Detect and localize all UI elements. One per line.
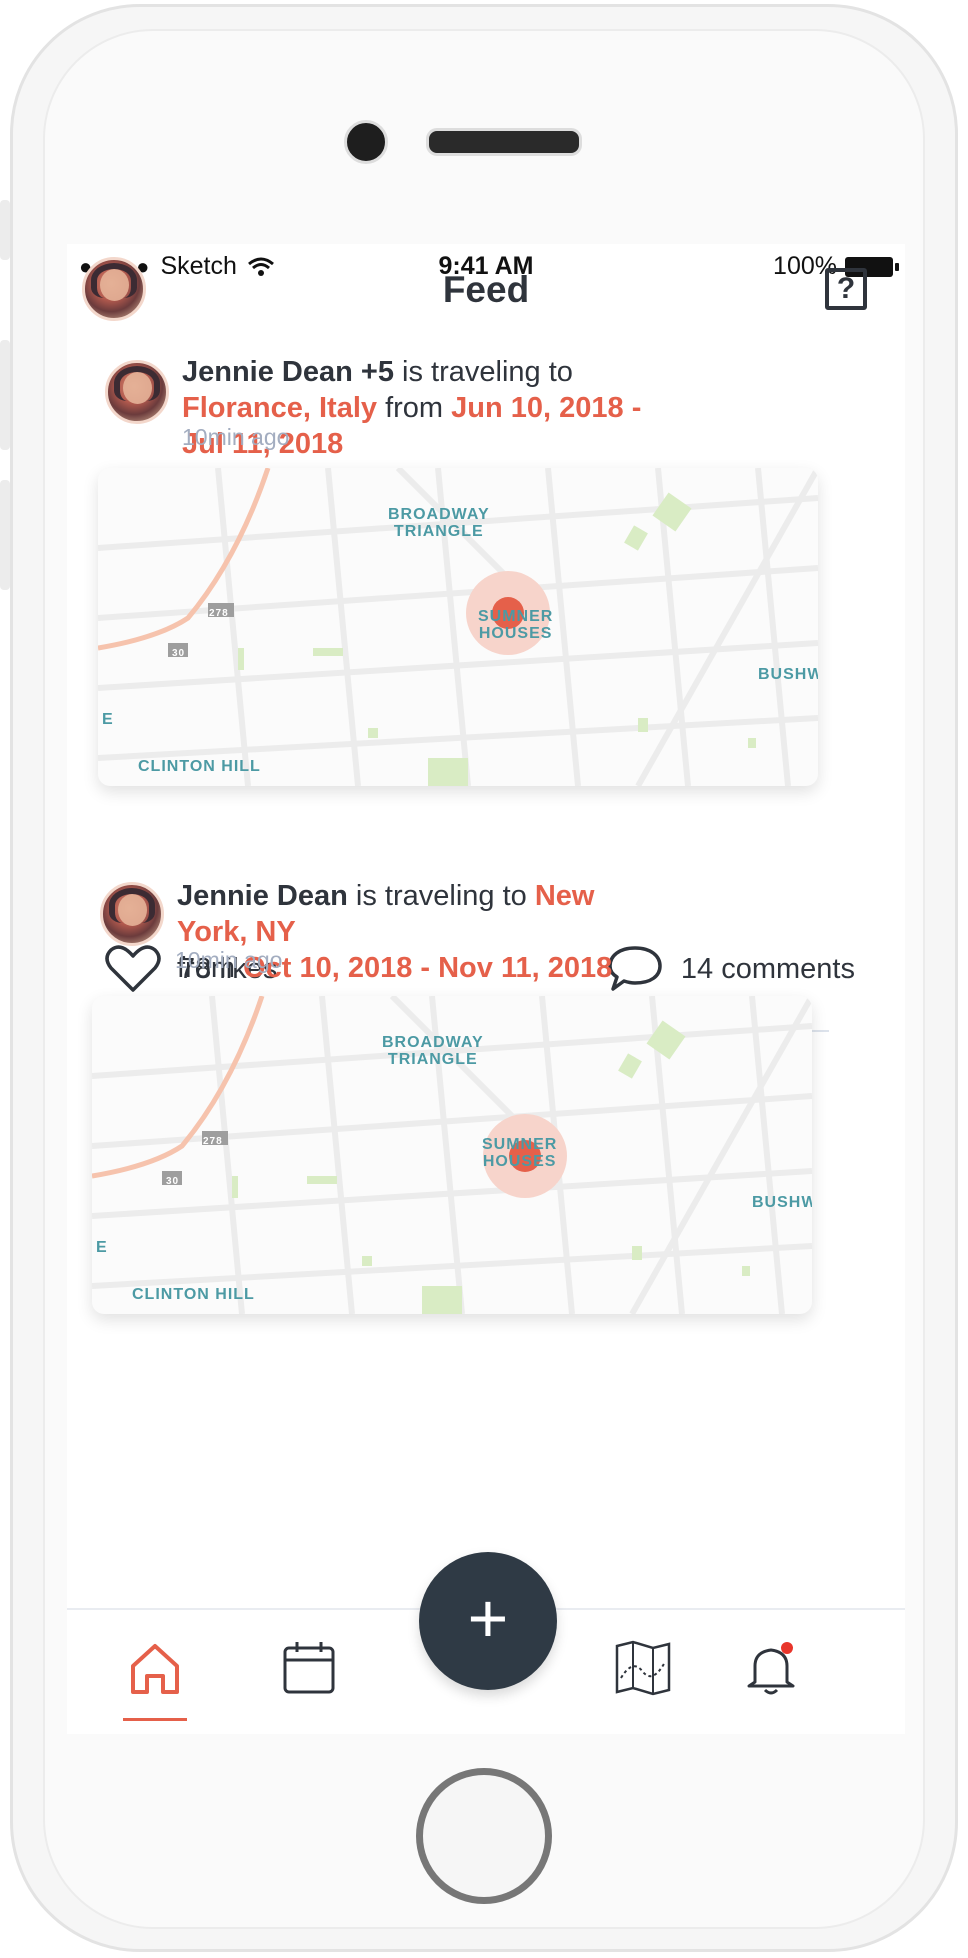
- post-map[interactable]: BROADWAY TRIANGLE SUMNER HOUSES BUSHW CLIN…: [92, 996, 812, 1314]
- map-label: E: [96, 1239, 108, 1256]
- comments-count: 14 comments: [680, 952, 855, 985]
- post-dates: Oct 10, 2018 - Nov 11, 2018: [243, 952, 613, 984]
- map-label: BUSHW: [752, 1194, 812, 1211]
- calendar-icon: [283, 1642, 335, 1694]
- add-trip-button[interactable]: +: [419, 1552, 557, 1690]
- bell-icon: [747, 1642, 795, 1695]
- post-time-ago: 10min ago: [182, 424, 290, 450]
- post-from: from: [377, 392, 452, 424]
- map-label: CLINTON HILL: [132, 1286, 255, 1303]
- tab-calendar[interactable]: [279, 1638, 339, 1698]
- map-label: BROADWAY TRIANGLE: [382, 1034, 484, 1068]
- post-author[interactable]: Jennie Dean +5: [182, 356, 394, 388]
- post-avatar[interactable]: [105, 360, 169, 424]
- post-time-ago: 10min ago: [175, 947, 283, 973]
- map-label: BUSHW: [758, 666, 818, 683]
- app-screen: ●●●●● Sketch 9:41 AM 100% Feed ? Jennie …: [67, 244, 905, 1734]
- mute-switch: [0, 200, 10, 260]
- post-map[interactable]: BROADWAY TRIANGLE SUMNER HOUSES BUSHW CLIN…: [98, 468, 818, 786]
- help-icon[interactable]: ?: [825, 268, 867, 310]
- map-label: SUMNER HOUSES: [482, 1136, 558, 1170]
- map-label: CLINTON HILL: [138, 758, 261, 775]
- home-icon: [131, 1644, 179, 1694]
- home-button[interactable]: [416, 1768, 552, 1904]
- post-avatar[interactable]: [100, 882, 164, 946]
- active-tab-indicator: [123, 1718, 187, 1721]
- volume-down-button: [0, 480, 10, 590]
- map-label: BROADWAY TRIANGLE: [388, 506, 490, 540]
- notification-badge: [781, 1642, 793, 1654]
- post-destination[interactable]: Florance, Italy: [182, 392, 377, 424]
- page-title: Feed: [442, 269, 530, 310]
- earpiece-speaker: [426, 128, 582, 156]
- highway-shield: 278: [209, 608, 229, 619]
- tab-map[interactable]: [613, 1638, 673, 1698]
- tab-home[interactable]: [125, 1638, 185, 1698]
- highway-shield: 30: [166, 1176, 180, 1187]
- post-verb: is traveling to: [393, 356, 573, 388]
- volume-up-button: [0, 340, 10, 450]
- map-label: SUMNER HOUSES: [478, 608, 554, 642]
- map-label: E: [102, 711, 114, 728]
- map-icon: [615, 1640, 671, 1696]
- front-camera: [344, 120, 388, 164]
- heart-icon: [105, 945, 161, 992]
- highway-shield: 30: [172, 648, 186, 659]
- highway-shield: 278: [203, 1136, 223, 1147]
- post-verb: is traveling to: [347, 880, 535, 912]
- tab-notifications[interactable]: [741, 1638, 801, 1698]
- post-author[interactable]: Jennie Dean: [177, 880, 348, 912]
